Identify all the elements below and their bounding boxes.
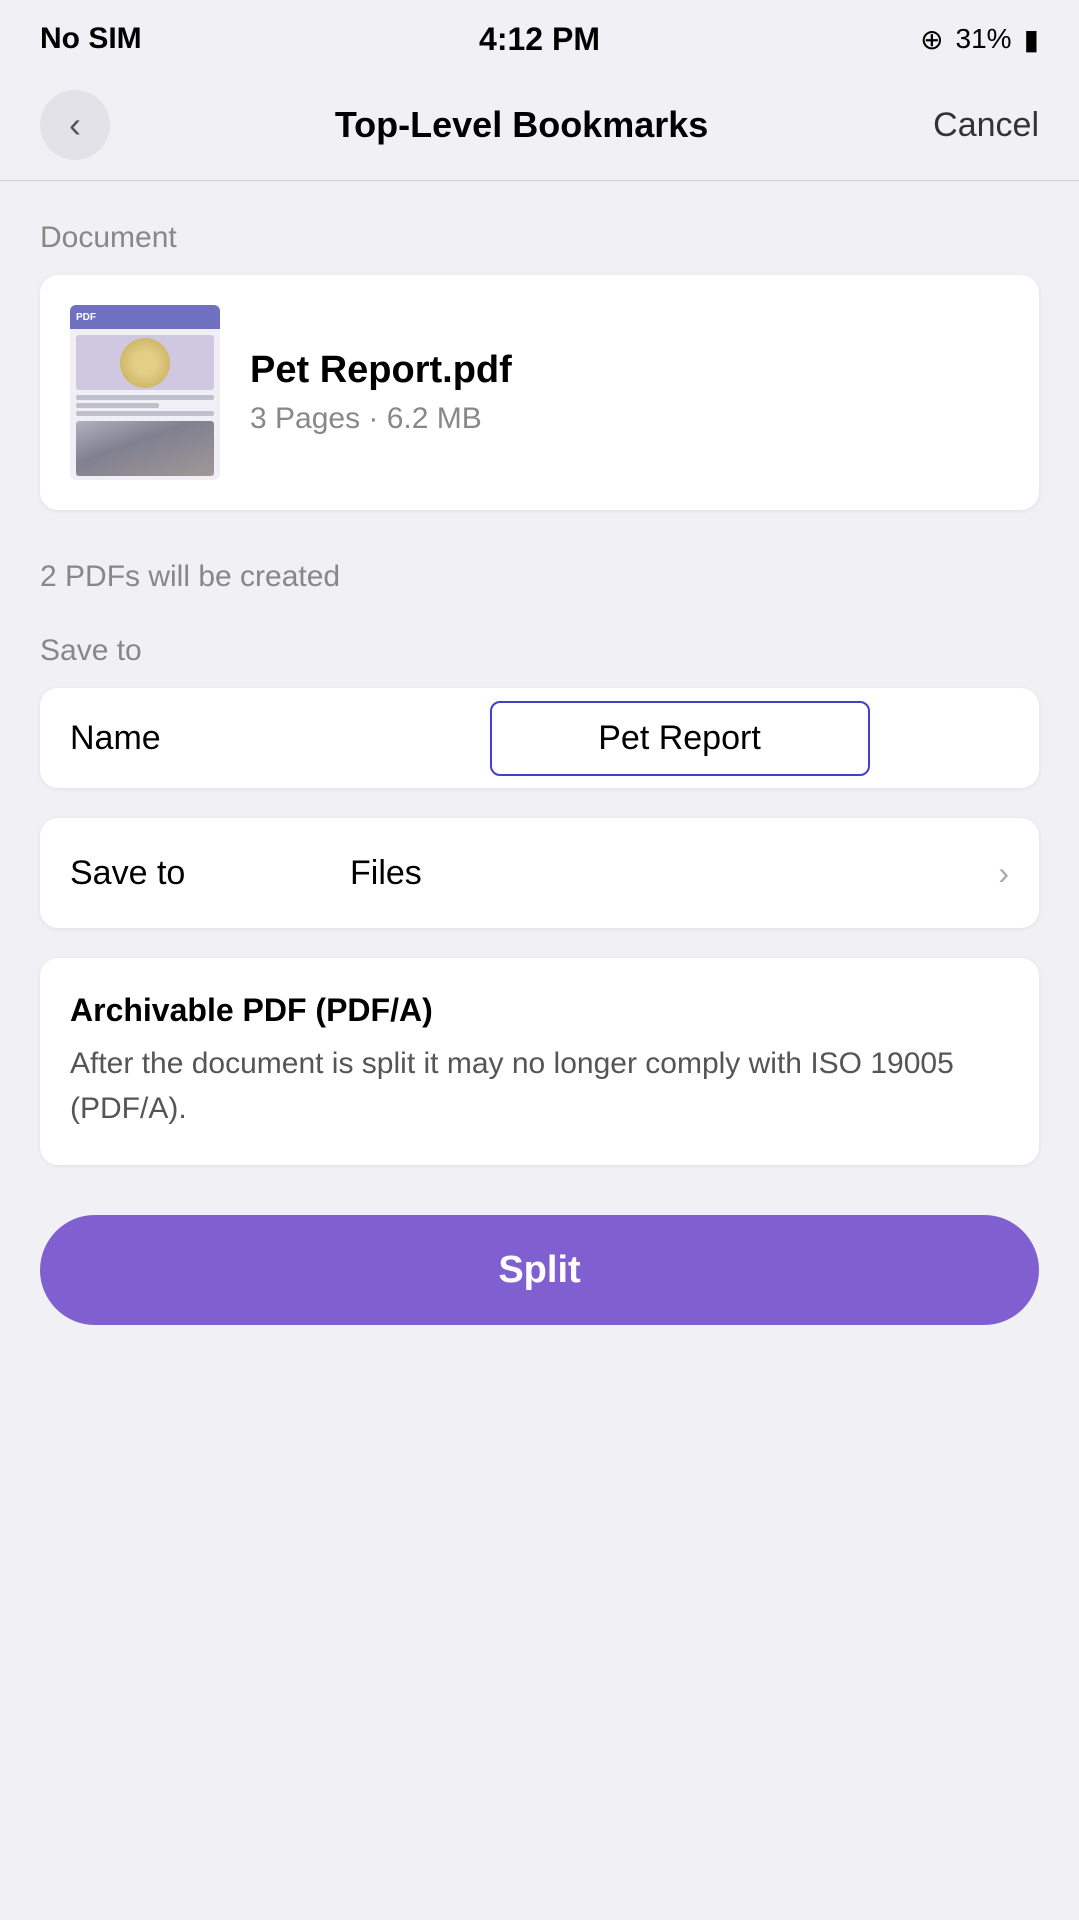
status-bar: No SIM 4:12 PM ⊕ 31% ▮ [0, 0, 1079, 70]
pdf-thumb-header-text: PDF [76, 312, 96, 323]
pdf-notice: 2 PDFs will be created [40, 560, 1039, 594]
nav-title: Top-Level Bookmarks [335, 104, 708, 146]
pdf-thumb-line-2 [76, 403, 159, 408]
save-to-row-label: Save to [70, 854, 350, 893]
doc-filename: Pet Report.pdf [250, 349, 1009, 392]
cancel-button[interactable]: Cancel [933, 106, 1039, 145]
carrier-label: No SIM [40, 22, 142, 56]
nav-bar: ‹ Top-Level Bookmarks Cancel [0, 70, 1079, 181]
archive-card: Archivable PDF (PDF/A) After the documen… [40, 958, 1039, 1165]
status-right: ⊕ 31% ▮ [920, 23, 1039, 56]
battery-percent: 31% [956, 23, 1012, 55]
name-input-wrapper [350, 701, 1009, 776]
battery-icon: ▮ [1024, 23, 1039, 56]
archive-desc: After the document is split it may no lo… [70, 1041, 1009, 1131]
pdf-thumb-body [70, 329, 220, 480]
save-to-value: Files [350, 854, 998, 893]
pdf-thumbnail: PDF [70, 305, 220, 480]
back-button[interactable]: ‹ [40, 90, 110, 160]
chevron-right-icon: › [998, 855, 1009, 892]
document-section-label: Document [40, 221, 1039, 255]
pdf-thumb-dog-image [76, 421, 214, 476]
pdf-thumb-cat-area [76, 335, 214, 390]
doc-meta: 3 Pages · 6.2 MB [250, 402, 1009, 436]
back-chevron-icon: ‹ [69, 107, 81, 143]
location-icon: ⊕ [920, 23, 943, 56]
doc-info: Pet Report.pdf 3 Pages · 6.2 MB [250, 349, 1009, 436]
name-field-label: Name [70, 719, 350, 758]
pdf-thumb-line-3 [76, 411, 214, 416]
document-card: PDF Pet Report.pdf 3 Pages · 6.2 MB [40, 275, 1039, 510]
pdf-thumb-lines [76, 395, 214, 416]
split-button[interactable]: Split [40, 1215, 1039, 1325]
pdf-thumb-dog-area [76, 421, 214, 476]
save-to-files-card[interactable]: Save to Files › [40, 818, 1039, 928]
pdf-thumb-header: PDF [70, 305, 220, 329]
time-label: 4:12 PM [479, 21, 600, 58]
name-input[interactable] [490, 701, 870, 776]
main-content: Document PDF Pet Report. [0, 181, 1079, 1365]
pdf-thumb-cat-image [120, 338, 170, 388]
save-to-label: Save to [40, 634, 1039, 668]
name-row-card: Name [40, 688, 1039, 788]
archive-title: Archivable PDF (PDF/A) [70, 992, 1009, 1029]
pdf-thumb-line-1 [76, 395, 214, 400]
